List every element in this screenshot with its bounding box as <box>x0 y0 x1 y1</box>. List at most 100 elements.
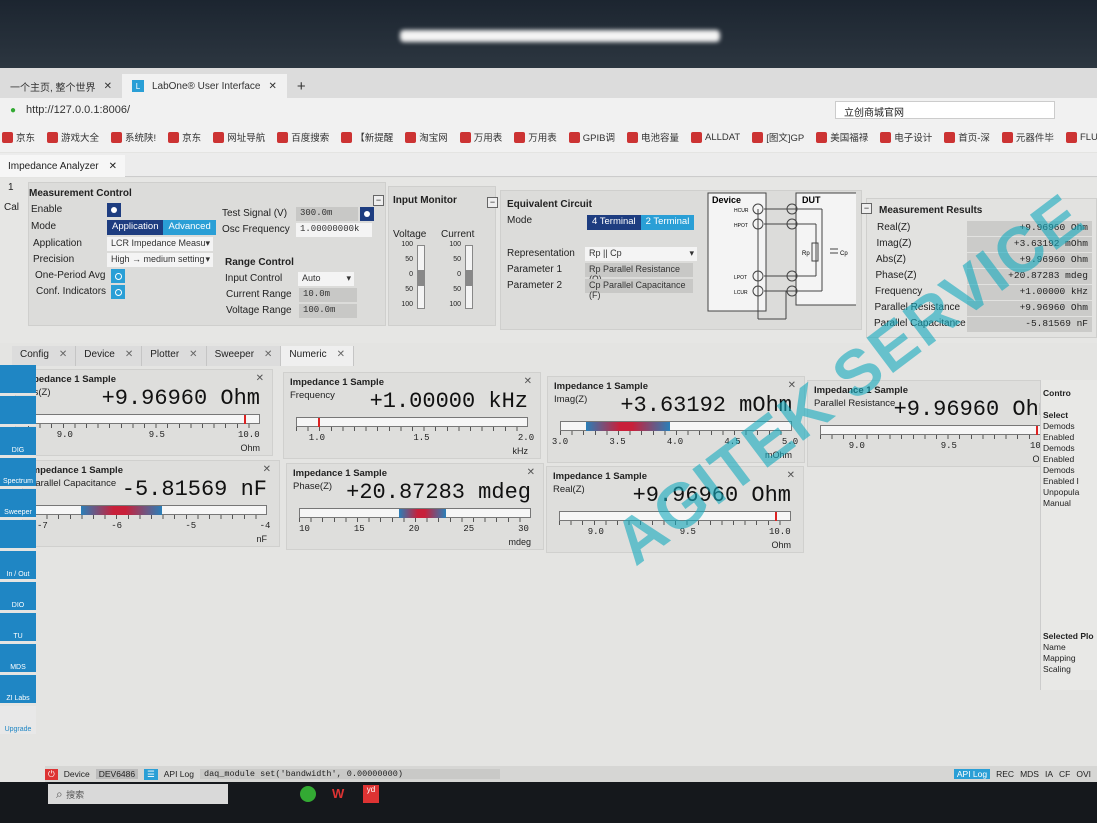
collapse-button[interactable]: − <box>487 197 498 208</box>
precision-select[interactable]: High → medium setting <box>107 253 213 267</box>
osc-frequency-input[interactable]: 1.00000000k <box>296 223 372 237</box>
mode-application[interactable]: Application <box>107 220 164 235</box>
tick-label: -5 <box>185 521 197 531</box>
status-indicator[interactable]: CF <box>1059 769 1070 779</box>
bookmark-item[interactable]: 电子设计 <box>880 130 932 144</box>
close-icon[interactable]: ✕ <box>263 464 271 475</box>
close-icon[interactable]: ✕ <box>104 81 112 92</box>
representation-select[interactable]: Rp || Cp <box>585 247 697 261</box>
close-icon[interactable]: ✕ <box>256 373 264 384</box>
close-icon[interactable]: ✕ <box>125 349 133 363</box>
bookmark-label: [图文]GP <box>766 133 805 144</box>
status-indicator[interactable]: MDS <box>1020 769 1039 779</box>
browser-icon[interactable] <box>300 786 316 802</box>
one-period-avg-toggle[interactable] <box>111 269 125 283</box>
input-monitor-section: Input Monitor Voltage Current 100 50 0 50 10… <box>388 186 496 326</box>
collapse-button[interactable]: − <box>861 203 872 214</box>
bookmark-item[interactable]: 万用表 <box>514 130 557 144</box>
close-icon[interactable]: ✕ <box>527 467 535 478</box>
bookmark-item[interactable]: 美国福禄 <box>816 130 868 144</box>
tab-device[interactable]: Device ✕ <box>76 346 143 366</box>
sidebar-item[interactable]: MDS <box>0 644 36 674</box>
sidebar-item[interactable]: DIO <box>0 582 36 612</box>
taskbar-search[interactable]: ⌕ 搜索 <box>48 784 228 804</box>
close-icon[interactable]: ✕ <box>189 349 197 363</box>
bookmark-item[interactable]: 淘宝网 <box>405 130 448 144</box>
bookmark-item[interactable]: [图文]GP <box>752 130 804 144</box>
close-icon[interactable]: ✕ <box>787 470 795 481</box>
bookmark-item[interactable]: 京东 <box>2 130 35 144</box>
bookmark-item[interactable]: 网址导航 <box>213 130 265 144</box>
bookmark-item[interactable]: FLUKE <box>1065 131 1097 143</box>
sidebar-item[interactable]: Spectrum <box>0 458 36 488</box>
mode-advanced[interactable]: Advanced <box>163 220 216 235</box>
new-tab-button[interactable]: + <box>287 74 316 98</box>
sidebar-item[interactable] <box>0 396 36 426</box>
voltage-range-input[interactable]: 100.0m <box>299 304 357 318</box>
close-icon[interactable]: ✕ <box>524 376 532 387</box>
test-signal-input[interactable]: 300.0m <box>296 207 358 221</box>
sidebar-item[interactable]: ZI Labs <box>0 675 36 705</box>
bookmark-item[interactable]: 百度搜索 <box>277 130 329 144</box>
status-indicator[interactable]: OVI <box>1076 769 1091 779</box>
impedance-settings-panel: 1 Cal Measurement Control Enable Mode Ap… <box>0 178 1097 343</box>
browser-tab[interactable]: 一个主页, 整个世界 ✕ <box>0 74 122 98</box>
close-icon[interactable]: ✕ <box>337 349 345 363</box>
bookmark-item[interactable]: 系统陕! <box>111 130 156 144</box>
tab-plotter[interactable]: Plotter ✕ <box>142 346 207 366</box>
tab-cal[interactable]: Cal <box>4 202 19 213</box>
test-signal-toggle[interactable] <box>360 207 374 221</box>
application-select[interactable]: LCR Impedance Measu <box>107 237 213 251</box>
power-icon[interactable]: ⏻ <box>45 768 58 780</box>
mode-4-terminal[interactable]: 4 Terminal <box>587 215 641 230</box>
sidebar-item[interactable] <box>0 520 36 550</box>
tab-config[interactable]: Config ✕ <box>12 346 77 366</box>
bookmark-item[interactable]: GPIB调 <box>568 130 615 144</box>
close-icon[interactable]: ✕ <box>264 349 272 363</box>
bookmark-icon <box>111 131 123 143</box>
current-range-input[interactable]: 10.0m <box>299 288 357 302</box>
sidebar-item[interactable]: Sweeper <box>0 489 36 519</box>
bookmark-item[interactable]: 万用表 <box>459 130 502 144</box>
bookmark-item[interactable]: 元器件毕 <box>1001 130 1054 144</box>
tick-label: 3.0 <box>551 437 569 447</box>
close-icon[interactable]: ✕ <box>269 81 277 92</box>
input-control-select[interactable]: Auto <box>298 272 354 286</box>
mode-2-terminal[interactable]: 2 Terminal <box>640 215 695 230</box>
close-icon[interactable]: ✕ <box>788 380 796 391</box>
status-indicator[interactable]: REC <box>996 769 1014 779</box>
parameter-2-value: Cp Parallel Capacitance (F) <box>585 279 693 300</box>
sidebar-item[interactable]: TU <box>0 613 36 643</box>
bookmark-item[interactable]: ALLDAT <box>691 131 740 143</box>
tab-index[interactable]: 1 <box>8 182 14 193</box>
browser-tab-labone[interactable]: L LabOne® User Interface ✕ <box>121 74 287 98</box>
tab-sweeper[interactable]: Sweeper ✕ <box>206 346 282 366</box>
result-label: Abs(Z) <box>876 254 906 265</box>
conf-indicators-toggle[interactable] <box>111 285 125 299</box>
url-input[interactable]: http://127.0.0.1:8006/ <box>26 104 130 116</box>
search-input[interactable]: 立创商城官网 <box>835 101 1055 119</box>
section-title: Measurement Results <box>879 205 983 216</box>
wps-icon[interactable]: W <box>332 786 344 801</box>
enable-toggle[interactable] <box>107 203 121 217</box>
collapse-button[interactable]: − <box>373 195 384 206</box>
tile-value: +1.00000 kHz <box>369 389 528 414</box>
bookmark-item[interactable]: 京东 <box>168 130 201 144</box>
bookmark-icon <box>944 131 956 143</box>
tab-numeric[interactable]: Numeric ✕ <box>281 346 355 366</box>
sidebar-item[interactable] <box>0 365 36 395</box>
bookmark-item[interactable]: 游戏大全 <box>47 130 99 144</box>
status-indicator[interactable]: IA <box>1045 769 1053 779</box>
close-icon[interactable]: ✕ <box>59 349 67 363</box>
bookmark-item[interactable]: 【新提醒 <box>341 130 393 144</box>
list-icon[interactable]: ☰ <box>144 768 158 780</box>
sidebar-item[interactable]: DIG <box>0 427 36 457</box>
close-icon[interactable]: ✕ <box>109 161 117 172</box>
youdao-icon[interactable]: yd <box>363 785 379 803</box>
sidebar-item[interactable]: Upgrade <box>0 706 36 736</box>
bookmark-item[interactable]: 首页-深 <box>944 130 990 144</box>
bookmark-item[interactable]: 电池容量 <box>626 130 679 144</box>
tab-impedance-analyzer[interactable]: Impedance Analyzer ✕ <box>0 155 126 177</box>
sidebar-item[interactable]: In / Out <box>0 551 36 581</box>
status-indicator[interactable]: API Log <box>953 769 991 779</box>
